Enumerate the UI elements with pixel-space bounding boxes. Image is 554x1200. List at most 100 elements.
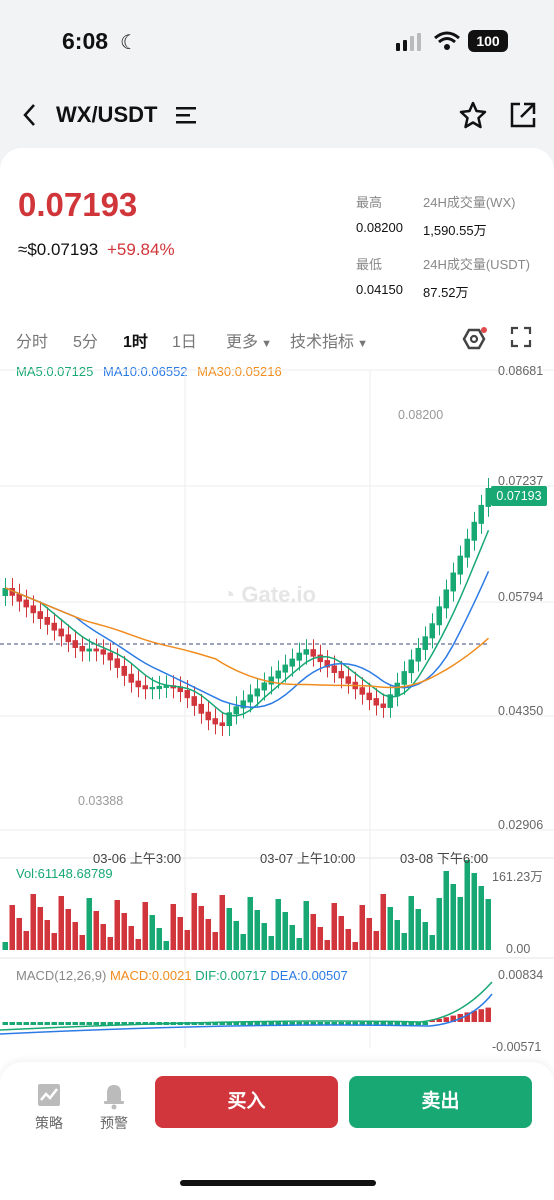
candle-body [331,665,337,673]
interval-tabs: 分时 5分 1时 1日 更多 ▼ 技术指标 ▼ [0,324,554,358]
candle-body [450,572,456,592]
macd-bar [65,1022,71,1025]
dif-value: DIF:0.00717 [195,968,267,983]
time-label-2: 03-08 下午6:00 [400,851,489,866]
usd-price: ≈$0.07193 [18,240,99,259]
pair-title[interactable]: WX/USDT [56,102,157,128]
macd-bar [44,1022,50,1025]
alert-bell-icon [104,1085,124,1110]
volume-bar [149,915,155,950]
volume-bar [226,908,232,950]
battery-indicator: 100 [468,30,508,52]
candle-body [429,623,435,639]
candle-body [408,659,414,674]
volume-bar [338,916,344,950]
volume-bar [37,907,43,950]
volume-bar [72,922,78,950]
macd-bar [268,1022,274,1025]
volume-bar [422,922,428,950]
candle-body [359,687,365,695]
volume-bar [352,942,358,950]
candle-body [401,671,407,685]
candle-body [373,698,379,706]
volume-bar [51,933,57,950]
macd-bar [16,1022,22,1025]
strategy-tool[interactable]: 策略 [27,1080,71,1133]
kline-chart[interactable]: MA5:0.07125 MA10:0.06552 MA30:0.05216 0.… [0,358,554,1054]
candle-body [380,703,386,708]
price-usd-change: ≈$0.07193 +59.84% [18,240,175,260]
candle-body [198,703,204,714]
volume-bar [233,921,239,950]
buy-button[interactable]: 买入 [155,1076,338,1128]
volume-bar [177,917,183,950]
candle-body [394,682,400,697]
candle-body [478,504,484,524]
macd-bar [37,1022,43,1025]
volume-bar [331,903,337,950]
volume-bar [471,873,477,950]
y-label-3: 0.04350 [498,704,544,718]
tab-1h[interactable]: 1时 [123,328,148,352]
candle-body [422,636,428,650]
high-value: 0.08200 [356,220,403,235]
fullscreen-icon[interactable] [510,326,532,348]
settings-icon[interactable] [460,326,490,352]
volume-bar [387,907,393,950]
tab-5m[interactable]: 5分 [73,328,98,352]
tab-more[interactable]: 更多 ▼ [226,328,272,352]
macd-bar [93,1022,99,1025]
vol-wx-value: 1,590.55万 [423,223,487,238]
candle-body [44,616,50,625]
volume-bar [107,937,113,950]
volume-bar [247,897,253,950]
candle-body [303,649,309,655]
volume-bar [30,894,36,950]
volume-bar [317,927,323,950]
candle-body [72,640,78,648]
candle-body [79,645,85,652]
candle-body [289,658,295,667]
candle-body [65,634,71,643]
volume-bar [170,904,176,950]
vol-max-label: 161.23万 [492,870,543,884]
tab-indicators[interactable]: 技术指标 ▼ [290,328,368,352]
watermark-text: Gate.io [241,582,316,607]
volume-bar [128,926,134,950]
share-icon[interactable] [508,100,538,130]
volume-bar [44,920,50,950]
volume-bar [310,914,316,950]
macd-bar [247,1022,253,1025]
back-icon[interactable] [20,102,40,128]
volume-bar [9,905,15,950]
high-marker: 0.08200 [398,408,444,422]
macd-bar [254,1022,260,1025]
volume-bar [359,905,365,950]
y-label-0: 0.08681 [498,364,544,378]
vol-label: Vol:61148.68789 [16,866,113,881]
candle-body [86,648,92,652]
alert-tool[interactable]: 预警 [92,1080,136,1133]
tab-1d[interactable]: 1日 [172,328,197,352]
candle-body [268,676,274,685]
macd-bar [86,1022,92,1025]
macd-bar [100,1022,106,1025]
candle-body [37,611,43,619]
menu-icon[interactable] [176,105,198,125]
tab-timeline[interactable]: 分时 [16,328,48,352]
macd-params: MACD(12,26,9) [16,968,107,983]
y-label-2: 0.05794 [498,590,544,604]
high-label: 最高 [356,195,383,210]
chart-strategy-icon [38,1084,60,1106]
star-icon[interactable] [458,100,488,130]
volume-bar [135,939,141,950]
candle-body [135,680,141,688]
volume-bar [240,934,246,950]
strategy-label: 策略 [35,1115,63,1131]
moon-icon: ☾ [120,32,138,54]
macd-bar [23,1022,29,1025]
candle-body [464,538,470,558]
sell-button[interactable]: 卖出 [349,1076,532,1128]
price-change: +59.84% [106,240,175,259]
candle-body [338,670,344,679]
